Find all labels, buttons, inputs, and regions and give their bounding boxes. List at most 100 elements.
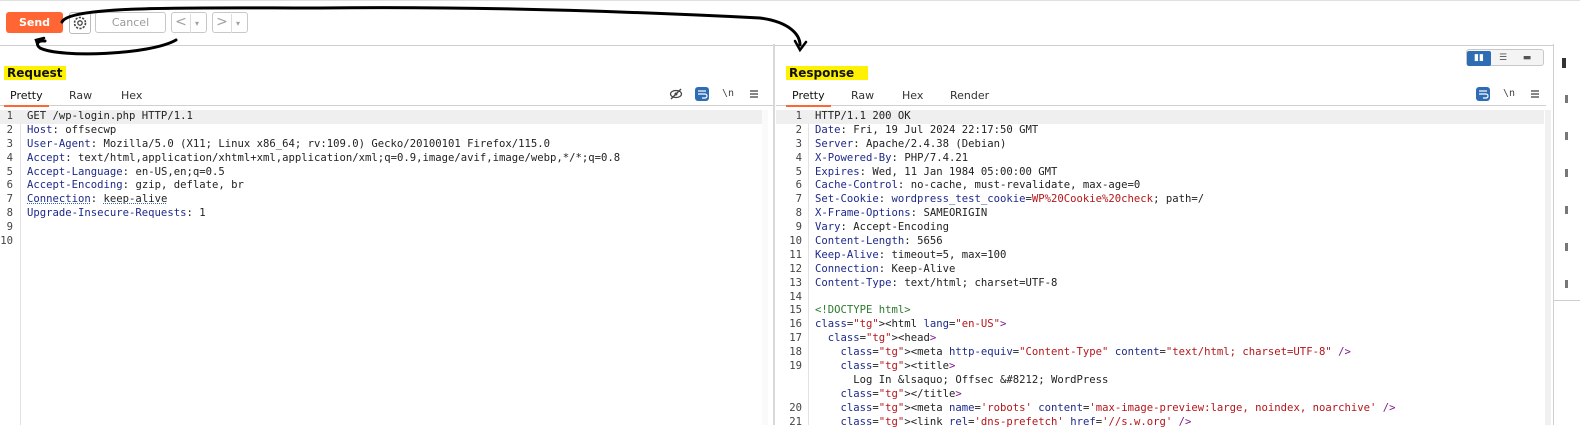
eye-off-icon[interactable]	[669, 87, 683, 101]
line-text: X-Powered-By: PHP/7.4.21	[815, 152, 968, 166]
line-text: Connection: keep-alive	[27, 193, 167, 207]
inspector-item[interactable]	[1565, 132, 1568, 140]
inspector-item[interactable]	[1565, 95, 1568, 103]
response-line[interactable]: 13 Content-Type: text/html; charset=UTF-8	[776, 277, 1544, 291]
inspector-item[interactable]	[1565, 243, 1568, 251]
line-text: User-Agent: Mozilla/5.0 (X11; Linux x86_…	[27, 138, 550, 152]
line-number: 2	[776, 124, 802, 138]
response-tabbar-line	[776, 105, 1546, 106]
request-scrollbar[interactable]	[762, 110, 768, 425]
tabs-icon[interactable]: ▬	[1515, 51, 1539, 66]
line-text: Host: offsecwp	[27, 124, 116, 138]
line-text: Connection: Keep-Alive	[815, 263, 955, 277]
line-text: Log In &lsaquo; Offsec &#8212; WordPress	[815, 374, 1108, 388]
request-line[interactable]: 10	[0, 235, 762, 249]
inspector-item[interactable]	[1565, 280, 1568, 288]
line-text: Upgrade-Insecure-Requests: 1	[27, 207, 206, 221]
response-line[interactable]: Log In &lsaquo; Offsec &#8212; WordPress	[776, 374, 1544, 388]
line-text: Content-Length: 5656	[815, 235, 943, 249]
response-line[interactable]: 15 <!DOCTYPE html>	[776, 304, 1544, 318]
line-number: 4	[0, 152, 13, 166]
request-line[interactable]: 3 User-Agent: Mozilla/5.0 (X11; Linux x86…	[0, 138, 762, 152]
request-line[interactable]: 9	[0, 221, 762, 235]
line-text: class="tg"></title>	[815, 388, 962, 402]
response-line[interactable]: 5 Expires: Wed, 11 Jan 1984 05:00:00 GMT	[776, 166, 1544, 180]
response-line[interactable]: class="tg"></title>	[776, 388, 1544, 402]
wrap-icon[interactable]	[695, 87, 709, 101]
request-line[interactable]: 2 Host: offsecwp	[0, 124, 762, 138]
response-line[interactable]: 14	[776, 291, 1544, 305]
response-line[interactable]: 20 class="tg"><meta name='robots' conten…	[776, 402, 1544, 416]
layout-toggle[interactable]: ▮▮ ☰ ▬	[1466, 49, 1544, 66]
split-vertical-icon[interactable]: ☰	[1491, 51, 1515, 66]
line-number: 9	[776, 221, 802, 235]
response-wrap-icon[interactable]	[1476, 87, 1490, 101]
request-line[interactable]: 4 Accept: text/html,application/xhtml+xml…	[0, 152, 762, 166]
line-number: 6	[0, 179, 13, 193]
tab-request-raw[interactable]: Raw	[63, 88, 98, 105]
response-line[interactable]: 17 class="tg"><head>	[776, 332, 1544, 346]
response-line[interactable]: 12 Connection: Keep-Alive	[776, 263, 1544, 277]
tab-request-pretty[interactable]: Pretty	[4, 88, 49, 107]
request-line[interactable]: 8 Upgrade-Insecure-Requests: 1	[0, 207, 762, 221]
response-line[interactable]: 3 Server: Apache/2.4.38 (Debian)	[776, 138, 1544, 152]
request-line[interactable]: 7 Connection: keep-alive	[0, 193, 762, 207]
tab-response-pretty[interactable]: Pretty	[786, 88, 831, 107]
line-text: class="tg"><title>	[815, 360, 955, 374]
response-line[interactable]: 10 Content-Length: 5656	[776, 235, 1544, 249]
response-line[interactable]: 9 Vary: Accept-Encoding	[776, 221, 1544, 235]
response-line[interactable]: 8 X-Frame-Options: SAMEORIGIN	[776, 207, 1544, 221]
line-text: HTTP/1.1 200 OK	[815, 110, 911, 124]
response-line[interactable]: 4 X-Powered-By: PHP/7.4.21	[776, 152, 1544, 166]
line-number: 8	[0, 207, 13, 221]
line-number: 18	[776, 346, 802, 360]
annotation-arrow	[0, 0, 820, 60]
response-scrollbar[interactable]	[1545, 110, 1551, 425]
request-line[interactable]: 6 Accept-Encoding: gzip, deflate, br	[0, 179, 762, 193]
line-number: 1	[0, 110, 13, 124]
request-line[interactable]: 1 GET /wp-login.php HTTP/1.1	[0, 110, 762, 124]
response-line[interactable]: 6 Cache-Control: no-cache, must-revalidat…	[776, 179, 1544, 193]
response-line[interactable]: 19 class="tg"><title>	[776, 360, 1544, 374]
line-number: 11	[776, 249, 802, 263]
inspector-item[interactable]	[1565, 169, 1568, 177]
line-text: Accept-Language: en-US,en;q=0.5	[27, 166, 225, 180]
line-number: 1	[776, 110, 802, 124]
line-number: 10	[0, 235, 13, 249]
tab-response-hex[interactable]: Hex	[896, 88, 929, 105]
inspector-divider	[1553, 300, 1580, 301]
line-number: 6	[776, 179, 802, 193]
request-title: Request	[4, 66, 66, 80]
response-line[interactable]: 7 Set-Cookie: wordpress_test_cookie=WP%20…	[776, 193, 1544, 207]
line-number: 2	[0, 124, 13, 138]
response-title: Response	[786, 66, 868, 80]
response-line[interactable]: 16 class="tg"><html lang="en-US">	[776, 318, 1544, 332]
line-number: 3	[0, 138, 13, 152]
response-line[interactable]: 21 class="tg"><link rel='dns-prefetch' h…	[776, 416, 1544, 430]
response-editor[interactable]: 1 HTTP/1.1 200 OK 2 Date: Fri, 19 Jul 2024 …	[776, 110, 1544, 429]
inspector-item[interactable]	[1565, 206, 1568, 214]
newline-toggle[interactable]: \n	[721, 87, 735, 101]
request-editor[interactable]: 1 GET /wp-login.php HTTP/1.1 2 Host: offsec…	[0, 110, 762, 249]
line-number: 5	[0, 166, 13, 180]
response-menu-icon[interactable]	[1528, 87, 1542, 101]
pane-divider[interactable]	[773, 44, 775, 425]
menu-icon[interactable]	[747, 87, 761, 101]
response-line[interactable]: 18 class="tg"><meta http-equiv="Content-…	[776, 346, 1544, 360]
line-text: Set-Cookie: wordpress_test_cookie=WP%20C…	[815, 193, 1204, 207]
request-line[interactable]: 5 Accept-Language: en-US,en;q=0.5	[0, 166, 762, 180]
split-horizontal-icon[interactable]: ▮▮	[1467, 51, 1491, 66]
line-text: Date: Fri, 19 Jul 2024 22:17:50 GMT	[815, 124, 1038, 138]
tab-request-hex[interactable]: Hex	[115, 88, 148, 105]
line-number: 5	[776, 166, 802, 180]
response-line[interactable]: 11 Keep-Alive: timeout=5, max=100	[776, 249, 1544, 263]
response-newline-toggle[interactable]: \n	[1502, 87, 1516, 101]
line-text: Accept-Encoding: gzip, deflate, br	[27, 179, 244, 193]
line-text: GET /wp-login.php HTTP/1.1	[27, 110, 193, 124]
line-text: class="tg"><meta name='robots' content='…	[815, 402, 1396, 416]
tab-response-raw[interactable]: Raw	[845, 88, 880, 105]
response-line[interactable]: 2 Date: Fri, 19 Jul 2024 22:17:50 GMT	[776, 124, 1544, 138]
tab-response-render[interactable]: Render	[944, 88, 995, 105]
line-text: class="tg"><link rel='dns-prefetch' href…	[815, 416, 1191, 430]
response-line[interactable]: 1 HTTP/1.1 200 OK	[776, 110, 1544, 124]
